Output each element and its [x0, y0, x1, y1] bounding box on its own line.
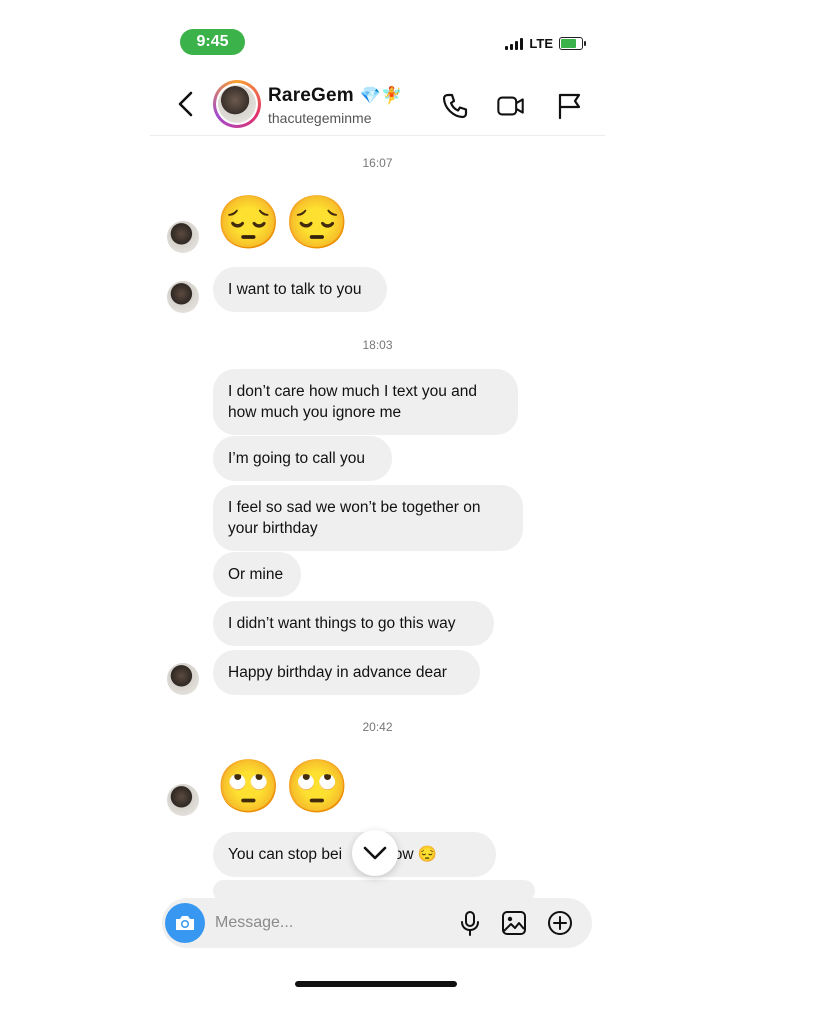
message-bubble[interactable]: I don’t care how much I text you and how… — [213, 369, 518, 435]
timestamp: 20:42 — [362, 720, 393, 734]
video-call-icon[interactable] — [496, 91, 526, 121]
chevron-down-icon — [363, 846, 387, 860]
contact-name-text: RareGem — [268, 85, 354, 106]
microphone-icon[interactable] — [456, 909, 484, 937]
chat-screen: 9:45 LTE RareGem 💎🧚 thacutegeminme 16:07 … — [150, 0, 605, 1024]
message-input[interactable] — [215, 898, 445, 948]
camera-button[interactable] — [165, 903, 205, 943]
emoji-message[interactable]: 🙄🙄 — [216, 757, 354, 817]
message-bubble[interactable]: I’m going to call you — [213, 436, 392, 481]
status-time: 9:45 — [180, 29, 245, 55]
home-indicator[interactable] — [295, 981, 457, 987]
contact-name[interactable]: RareGem 💎🧚 — [268, 85, 403, 107]
message-bubble[interactable]: I want to talk to you — [213, 267, 387, 312]
contact-name-emoji: 💎🧚 — [359, 86, 403, 105]
battery-icon — [559, 37, 586, 50]
scroll-to-bottom-button[interactable] — [352, 830, 398, 876]
status-indicators: LTE — [505, 36, 586, 51]
network-label: LTE — [529, 36, 553, 51]
phone-call-icon[interactable] — [440, 91, 470, 121]
signal-icon — [505, 37, 524, 50]
message-bubble[interactable]: I feel so sad we won’t be together on yo… — [213, 485, 523, 551]
timestamp: 16:07 — [362, 156, 393, 170]
message-composer — [162, 898, 592, 948]
chat-header: RareGem 💎🧚 thacutegeminme — [150, 75, 605, 136]
sender-avatar[interactable] — [167, 221, 199, 253]
message-bubble[interactable]: Or mine — [213, 552, 301, 597]
back-arrow-icon[interactable] — [172, 89, 200, 119]
contact-avatar[interactable] — [213, 80, 261, 128]
contact-handle[interactable]: thacutegeminme — [268, 110, 372, 126]
gallery-icon[interactable] — [500, 909, 528, 937]
sender-avatar[interactable] — [167, 281, 199, 313]
sender-avatar[interactable] — [167, 784, 199, 816]
sender-avatar[interactable] — [167, 663, 199, 695]
flag-report-icon[interactable] — [554, 91, 584, 121]
timestamp: 18:03 — [362, 338, 393, 352]
camera-icon — [176, 916, 194, 930]
add-plus-icon[interactable] — [546, 909, 574, 937]
emoji-message[interactable]: 😔😔 — [216, 193, 354, 253]
message-bubble[interactable]: I didn’t want things to go this way — [213, 601, 494, 646]
message-bubble[interactable]: Happy birthday in advance dear — [213, 650, 480, 695]
